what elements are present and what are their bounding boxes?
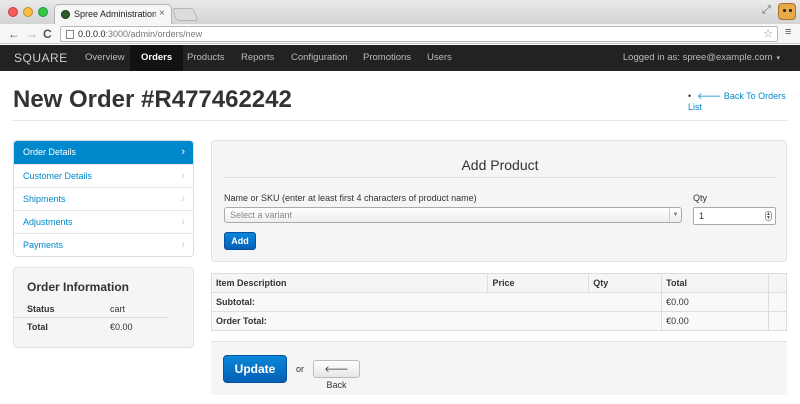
sidebar-item-label: Shipments bbox=[23, 194, 66, 204]
bookmark-star-icon[interactable]: ☆ bbox=[763, 27, 773, 40]
sidebar-item-payments[interactable]: Payments › bbox=[14, 233, 193, 256]
sidebar-item-label: Order Details bbox=[23, 147, 77, 157]
total-row: Total €0.00 bbox=[27, 318, 183, 336]
brand-logo[interactable]: SQUARE bbox=[14, 51, 68, 65]
chevron-right-icon: › bbox=[181, 216, 185, 228]
header-divider bbox=[13, 120, 787, 121]
quantity-value: 1 bbox=[699, 211, 705, 221]
window-close-button[interactable] bbox=[8, 7, 18, 17]
subtotal-value: €0.00 bbox=[661, 292, 769, 312]
logged-in-text: Logged in as: spree@example.com bbox=[622, 52, 773, 63]
col-price: Price bbox=[487, 273, 590, 293]
url-path: :3000/admin/orders/new bbox=[105, 29, 203, 39]
total-label: Total bbox=[27, 322, 48, 332]
forward-arrow-icon[interactable]: → bbox=[26, 26, 38, 42]
sidebar-item-label: Customer Details bbox=[23, 171, 93, 181]
page-icon bbox=[66, 30, 74, 39]
order-total-label: Order Total: bbox=[210, 311, 663, 331]
table-header-row: Item Description Price Qty Total bbox=[210, 273, 788, 293]
nav-products[interactable]: Products bbox=[177, 45, 235, 71]
sidebar-item-label: Adjustments bbox=[23, 217, 73, 227]
sidebar-item-order-details[interactable]: Order Details › bbox=[14, 141, 193, 164]
line-items-table: Item Description Price Qty Total Subtota… bbox=[210, 273, 788, 331]
address-bar[interactable]: 0.0.0.0:3000/admin/orders/new ☆ bbox=[60, 26, 778, 42]
browser-titlebar: Spree Administration: Ord × ⤢ bbox=[0, 0, 800, 24]
window-maximize-button[interactable] bbox=[38, 7, 48, 17]
chevron-right-icon: › bbox=[181, 170, 185, 182]
nav-orders[interactable]: Orders bbox=[130, 45, 184, 71]
status-label: Status bbox=[27, 304, 55, 314]
add-button[interactable]: Add bbox=[224, 232, 256, 250]
nav-users[interactable]: Users bbox=[417, 45, 462, 71]
url-host: 0.0.0.0 bbox=[78, 29, 106, 39]
form-actions: Update or 🡐 Back bbox=[211, 341, 787, 395]
quantity-stepper-icon[interactable]: ▲ ▼ bbox=[765, 211, 772, 221]
info-divider bbox=[13, 317, 169, 318]
nav-configuration[interactable]: Configuration bbox=[281, 45, 358, 71]
page-title: New Order #R477462242 bbox=[13, 86, 292, 113]
spree-favicon-icon bbox=[61, 10, 70, 19]
fullscreen-icon[interactable]: ⤢ bbox=[762, 4, 771, 17]
reload-icon[interactable]: C bbox=[43, 26, 52, 42]
arrow-left-icon: 🡐 bbox=[324, 364, 349, 374]
subtotal-empty-cell bbox=[767, 292, 788, 312]
tab-title: Spree Administration: Ord bbox=[74, 9, 156, 19]
status-value: cart bbox=[110, 304, 126, 314]
chevron-right-icon: › bbox=[181, 146, 185, 158]
order-sidebar-nav: Order Details › Customer Details › Shipmen… bbox=[13, 140, 194, 257]
select-arrow-icon: ▼ bbox=[669, 208, 681, 222]
browser-tab[interactable]: Spree Administration: Ord × bbox=[54, 4, 172, 24]
browser-toolbar: ← → C 0.0.0.0:3000/admin/orders/new ☆ ≡ bbox=[0, 24, 800, 44]
nav-overview[interactable]: Overview bbox=[74, 45, 136, 71]
total-value: €0.00 bbox=[110, 322, 133, 332]
admin-navbar: SQUARE Overview Orders Products Reports … bbox=[0, 45, 800, 71]
sidebar-item-customer-details[interactable]: Customer Details › bbox=[14, 164, 193, 187]
update-button[interactable]: Update bbox=[223, 355, 287, 383]
nav-promotions[interactable]: Promotions bbox=[353, 45, 421, 71]
order-information-title: Order Information bbox=[27, 280, 130, 294]
arrow-left-icon: 🡐 bbox=[697, 91, 722, 101]
order-total-empty-cell bbox=[767, 311, 788, 331]
back-to-orders-link[interactable]: • 🡐 Back To Orders List bbox=[688, 91, 800, 112]
variant-placeholder: Select a variant bbox=[230, 210, 293, 220]
subtotal-row: Subtotal: €0.00 bbox=[210, 292, 788, 312]
quantity-field[interactable]: 1 ▲ ▼ bbox=[693, 207, 776, 225]
window-minimize-button[interactable] bbox=[23, 7, 33, 17]
order-total-row: Order Total: €0.00 bbox=[210, 311, 788, 331]
variant-select[interactable]: Select a variant ▼ bbox=[224, 207, 682, 223]
chevron-right-icon: › bbox=[181, 193, 185, 205]
add-product-divider bbox=[223, 177, 777, 178]
back-button[interactable]: 🡐 Back bbox=[313, 360, 360, 390]
qty-label: Qty bbox=[693, 193, 708, 203]
col-total: Total bbox=[661, 273, 769, 293]
col-actions bbox=[767, 273, 788, 293]
order-total-value: €0.00 bbox=[661, 311, 769, 331]
chevron-right-icon: › bbox=[181, 239, 185, 251]
order-information-panel: Order Information Status cart Total €0.0… bbox=[13, 267, 194, 348]
url-text: 0.0.0.0:3000/admin/orders/new bbox=[78, 29, 202, 39]
nav-reports[interactable]: Reports bbox=[231, 45, 284, 71]
list-bullet: • bbox=[688, 91, 692, 101]
profile-avatar-icon[interactable] bbox=[778, 3, 796, 20]
add-product-title: Add Product bbox=[461, 157, 539, 173]
caret-down-icon: ▾ bbox=[776, 55, 780, 62]
col-item-description: Item Description bbox=[210, 273, 489, 293]
variant-label: Name or SKU (enter at least first 4 char… bbox=[224, 193, 477, 203]
add-product-panel: Add Product Name or SKU (enter at least … bbox=[211, 140, 787, 262]
status-row: Status cart bbox=[27, 300, 183, 318]
sidebar-item-label: Payments bbox=[23, 240, 64, 250]
col-qty: Qty bbox=[588, 273, 663, 293]
subtotal-label: Subtotal: bbox=[210, 292, 663, 312]
sidebar-item-shipments[interactable]: Shipments › bbox=[14, 187, 193, 210]
back-arrow-icon[interactable]: ← bbox=[8, 26, 20, 42]
tab-close-icon[interactable]: × bbox=[159, 8, 165, 19]
user-menu[interactable]: Logged in as: spree@example.com ▾ bbox=[623, 45, 780, 71]
browser-menu-icon[interactable]: ≡ bbox=[785, 26, 791, 38]
new-tab-button[interactable] bbox=[171, 8, 199, 21]
back-button-label: Back bbox=[326, 380, 347, 390]
sidebar-item-adjustments[interactable]: Adjustments › bbox=[14, 210, 193, 233]
or-text: or bbox=[296, 364, 305, 374]
